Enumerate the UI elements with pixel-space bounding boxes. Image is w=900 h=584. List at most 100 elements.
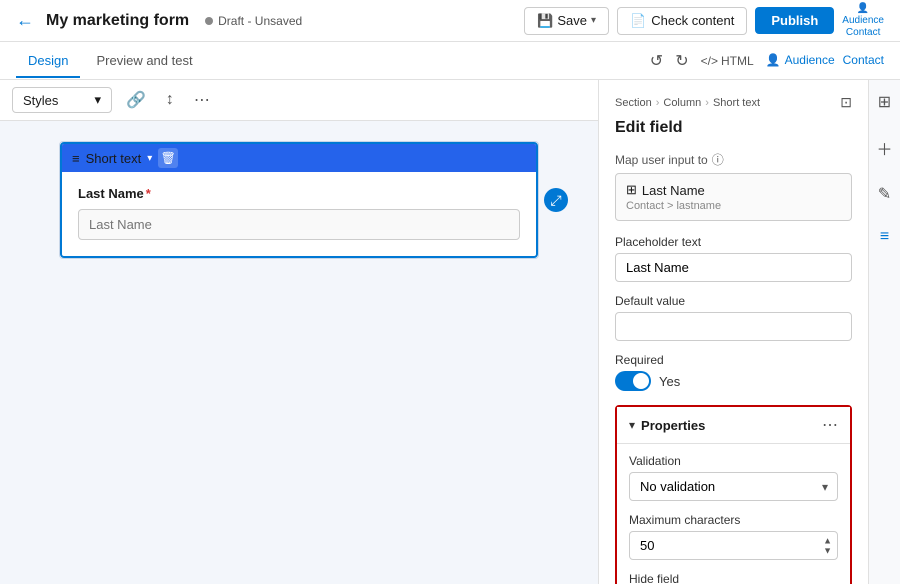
breadcrumb-sep1: › [656,97,660,109]
page-title: My marketing form [46,12,189,30]
check-icon: 📄 [630,13,646,29]
html-button[interactable]: </> HTML [701,54,754,68]
map-label: Map user input to ⓘ [615,151,852,168]
toggle-knob [633,373,649,389]
validation-label: Validation [629,454,838,468]
navtabs-right: ↺ ↻ </> HTML 👤 Audience Contact [209,51,884,71]
main-layout: Styles ▾ 🔗 ↕ ⋯ ≡ Short text ▾ 🗑 [0,80,900,584]
field-input[interactable] [78,209,520,240]
field-inner: Last Name* [62,172,536,256]
default-input[interactable] [615,312,852,341]
side-icon-edit[interactable]: ✎ [874,180,895,208]
right-panel-inner: Section › Column › Short text ⊡ Edit fie… [599,80,868,584]
spinbox-down-button[interactable]: ▼ [823,546,832,555]
map-box[interactable]: ⊞ Last Name Contact > lastname [615,173,852,221]
validation-select[interactable]: No validation [629,472,838,501]
properties-header[interactable]: ▾ Properties ⋯ [617,407,850,443]
styles-dropdown[interactable]: Styles ▾ [12,87,112,113]
audience-nav-line2: Contact [843,53,884,67]
save-button[interactable]: 💾 Save ▾ [524,7,609,35]
save-dropdown-icon[interactable]: ▾ [591,15,596,26]
max-chars-label: Maximum characters [629,513,838,527]
default-label: Default value [615,294,852,308]
properties-body: Validation No validation ▾ Maximum chara… [617,443,850,584]
field-delete-button[interactable]: 🗑 [158,148,178,168]
properties-chevron-icon: ▾ [629,418,635,432]
required-star: * [146,186,151,201]
breadcrumb: Section › Column › Short text ⊡ [615,94,852,111]
canvas-toolbar: Styles ▾ 🔗 ↕ ⋯ [0,80,598,121]
required-label: Required [615,353,852,367]
canvas-content: ≡ Short text ▾ 🗑 Last Name* ⤢ [0,121,598,584]
styles-dropdown-icon: ▾ [94,92,101,108]
field-type-label: Short text [86,151,142,166]
breadcrumb-sep2: › [705,97,709,109]
canvas-area: Styles ▾ 🔗 ↕ ⋯ ≡ Short text ▾ 🗑 [0,80,598,584]
undo-button[interactable]: ↺ [650,51,663,71]
breadcrumb-section: Section [615,97,652,109]
save-icon: 💾 [537,13,553,29]
field-drag-handle[interactable]: ⤢ [544,188,568,212]
check-label: Check content [651,13,734,28]
check-content-button[interactable]: 📄 Check content [617,7,747,35]
html-label: HTML [721,54,754,68]
hide-field-label: Hide field [629,572,838,584]
placeholder-input[interactable] [615,253,852,282]
topbar: ← My marketing form Draft - Unsaved 💾 Sa… [0,0,900,42]
side-icon-layout[interactable]: ⊞ [874,88,895,116]
audience-badge[interactable]: 👤 Audience Contact [842,3,884,39]
tab-design[interactable]: Design [16,45,80,78]
spinbox-arrows: ▲ ▼ [823,536,832,555]
form-canvas: ≡ Short text ▾ 🗑 Last Name* ⤢ [59,141,539,259]
right-wrapper: Section › Column › Short text ⊡ Edit fie… [598,80,900,584]
edit-field-title: Edit field [615,119,852,137]
side-icon-field[interactable]: ≡ [876,224,893,250]
max-chars-spinbox-wrap: ▲ ▼ [629,531,838,560]
expand-icon[interactable]: ⊡ [840,94,852,111]
audience-line1: Audience [842,15,884,27]
back-button[interactable]: ← [16,10,34,31]
audience-nav-line1: Audience [785,53,835,67]
map-field-icon: ⊞ [626,182,637,198]
map-info-icon: ⓘ [712,151,724,168]
breadcrumb-column: Column [663,97,701,109]
field-block-header: ≡ Short text ▾ 🗑 [62,144,536,172]
map-box-sub: Contact > lastname [626,200,841,212]
status-label: Draft - Unsaved [218,14,302,28]
side-icon-plus[interactable]: ＋ [872,132,896,164]
map-box-title: ⊞ Last Name [626,182,841,198]
audience-nav-icon: 👤 [766,53,781,67]
placeholder-label: Placeholder text [615,235,852,249]
status-dot [205,17,213,25]
redo-button[interactable]: ↻ [675,51,688,71]
tab-preview[interactable]: Preview and test [84,45,204,78]
audience-icon: 👤 [857,3,869,15]
navtabs: Design Preview and test ↺ ↻ </> HTML 👤 A… [0,42,900,80]
map-section: Map user input to ⓘ ⊞ Last Name Contact … [615,151,852,221]
link-button[interactable]: 🔗 [120,86,152,114]
validation-select-wrap: No validation ▾ [629,472,838,501]
status-badge: Draft - Unsaved [205,14,302,28]
spinbox-up-button[interactable]: ▲ [823,536,832,545]
toggle-row: Yes [615,371,852,391]
field-block[interactable]: ≡ Short text ▾ 🗑 Last Name* ⤢ [60,142,538,258]
field-label: Last Name* [78,186,520,201]
side-icon-bar: ⊞ ＋ ✎ ≡ [868,80,900,584]
right-panel: Section › Column › Short text ⊡ Edit fie… [598,80,868,584]
properties-more-button[interactable]: ⋯ [822,415,838,435]
save-label: Save [557,13,587,28]
breadcrumb-shorttext: Short text [713,97,760,109]
toolbar-more-button[interactable]: ⋯ [188,86,216,114]
field-dropdown-icon[interactable]: ▾ [147,153,152,164]
max-chars-input[interactable] [629,531,838,560]
publish-button[interactable]: Publish [755,7,834,34]
field-type-icon: ≡ [72,151,80,166]
html-code-icon: </> [701,54,718,68]
audience-line2: Contact [846,27,880,39]
required-toggle[interactable] [615,371,651,391]
properties-section: ▾ Properties ⋯ Validation No validation … [615,405,852,584]
required-yes-label: Yes [659,374,680,389]
toolbar-arrow-button[interactable]: ↕ [160,87,180,113]
audience-nav-badge[interactable]: 👤 Audience Contact [766,53,884,67]
properties-title: Properties [641,418,816,433]
